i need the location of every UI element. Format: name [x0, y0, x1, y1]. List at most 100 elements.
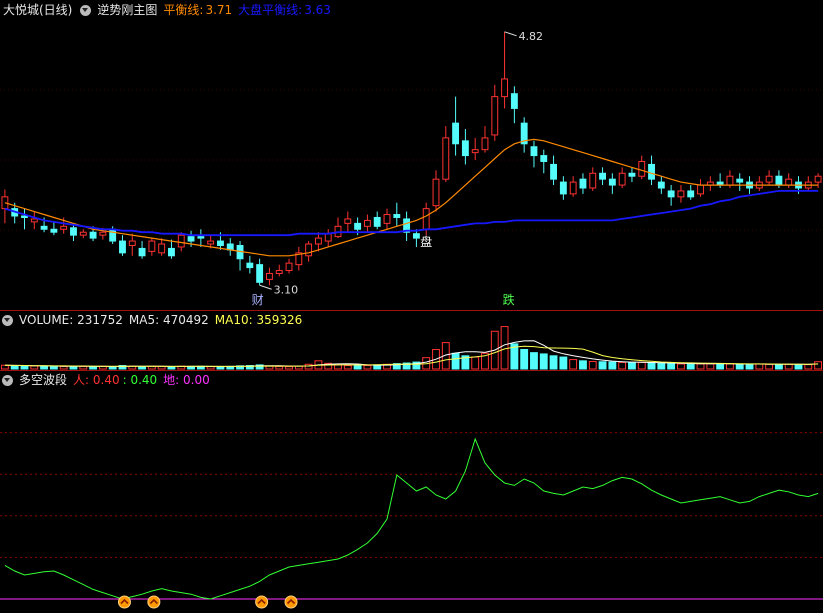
buy-signal-icon	[255, 595, 269, 609]
volume-bar	[804, 364, 813, 370]
volume-bar	[559, 356, 568, 370]
volume-bar	[363, 365, 372, 370]
candle-body	[168, 247, 175, 257]
volume-bar	[108, 366, 117, 370]
marker-die: 跌	[503, 292, 515, 307]
wave-header: 多空波段 人: 0.40 : 0.40 地: 0.00	[0, 371, 823, 389]
line2-label: 大盘平衡线:	[238, 3, 303, 17]
volume-bar	[618, 361, 627, 370]
candle-body	[265, 272, 273, 280]
marker-pan: 盘	[420, 234, 432, 249]
candle-body	[119, 240, 126, 254]
volume-bar	[608, 361, 617, 370]
candle-body	[677, 190, 685, 198]
volume-bar	[774, 364, 783, 370]
volume-bar	[49, 365, 58, 370]
volume-bar	[549, 355, 558, 370]
candle-body	[138, 247, 146, 257]
price-chart[interactable]: 4.82 3.10 财 盘跌	[0, 0, 823, 310]
candle-body	[383, 214, 391, 224]
candle-body	[638, 160, 646, 177]
candle-body	[501, 78, 509, 98]
volume-bar	[657, 362, 666, 370]
candle-body	[128, 240, 136, 246]
volume-bar	[451, 352, 460, 370]
wave-mid: : 0.40	[122, 373, 158, 387]
candle-body	[667, 190, 675, 198]
candle-body	[608, 178, 616, 186]
candle-body	[422, 208, 430, 230]
candle-body	[657, 181, 665, 189]
candle-body	[373, 216, 381, 227]
candle-body	[363, 219, 371, 227]
volume-bar	[353, 364, 362, 370]
volume-bar	[696, 363, 705, 370]
candle-body	[452, 122, 460, 145]
volume-bar	[677, 363, 685, 370]
volume-bar	[343, 365, 352, 370]
candle-body	[412, 233, 420, 239]
buy-signal-icon	[284, 595, 298, 609]
candle-body	[510, 93, 518, 109]
volume-bar	[0, 364, 9, 370]
wave-dropdown-icon[interactable]	[2, 374, 13, 386]
candle-body	[442, 137, 450, 180]
candle-body	[344, 218, 352, 224]
volume-bar	[814, 361, 823, 370]
volume-bar	[598, 361, 607, 370]
candle-body	[314, 237, 322, 245]
balance-line	[4, 138, 819, 257]
volume-bar	[20, 365, 29, 370]
candle-body	[246, 262, 254, 269]
indicator-dropdown-icon[interactable]	[80, 4, 92, 16]
volume-bar	[637, 361, 646, 370]
buy-signal-icon	[147, 595, 161, 609]
volume-bar	[784, 363, 793, 370]
volume-bar	[588, 360, 597, 370]
volume-bar	[89, 366, 98, 370]
candle-body	[530, 146, 538, 157]
price-panel[interactable]: 4.82 3.10 财 盘跌 大悦城(日线) 逆势刚主图 平衡线: 3.71 大盘平衡…	[0, 0, 823, 310]
candle-body	[628, 172, 636, 177]
candle-body	[736, 178, 744, 183]
stock-name: 大悦城(日线)	[3, 3, 73, 17]
candle-body	[432, 178, 440, 207]
volume-bar	[157, 365, 166, 370]
candle-body	[697, 184, 704, 195]
line1-label: 平衡线:	[163, 3, 204, 17]
candle-body	[814, 175, 822, 183]
volume-panel[interactable]: VOLUME: 231752 MA5: 470492 MA10: 359326	[0, 311, 823, 370]
volume-bar	[10, 365, 19, 370]
buy-signal-icon	[117, 595, 131, 609]
candle-body	[305, 243, 313, 257]
volume-bar	[735, 363, 744, 370]
indicator-name[interactable]: 逆势刚主图	[97, 1, 157, 19]
market-balance-line	[4, 189, 819, 237]
volume-bar	[334, 364, 342, 370]
high-label: 4.82	[519, 30, 544, 43]
candle-body	[687, 190, 695, 198]
candle-body	[491, 96, 499, 136]
candle-body	[393, 214, 401, 218]
candle-body	[471, 149, 479, 154]
candle-body	[109, 228, 117, 242]
wave-chart[interactable]	[0, 371, 823, 613]
candle-body	[618, 172, 626, 186]
wave-panel[interactable]: 多空波段 人: 0.40 : 0.40 地: 0.00	[0, 371, 823, 613]
volume-bar	[539, 353, 548, 370]
wave-di: 地: 0.00	[163, 373, 210, 387]
candle-body	[217, 240, 224, 246]
volume-dropdown-icon[interactable]	[2, 314, 13, 326]
volume-bar	[745, 363, 754, 370]
candle-body	[550, 163, 558, 180]
candle-body	[79, 231, 87, 236]
wave-title: 多空波段	[19, 373, 68, 387]
volume-bar	[765, 363, 774, 370]
candle-body	[50, 228, 58, 233]
low-pointer	[259, 284, 272, 290]
candle-body	[589, 172, 597, 189]
volume-bar	[167, 366, 176, 370]
candle-body	[559, 181, 567, 195]
candle-body	[599, 172, 606, 180]
volume-bar	[304, 363, 313, 370]
